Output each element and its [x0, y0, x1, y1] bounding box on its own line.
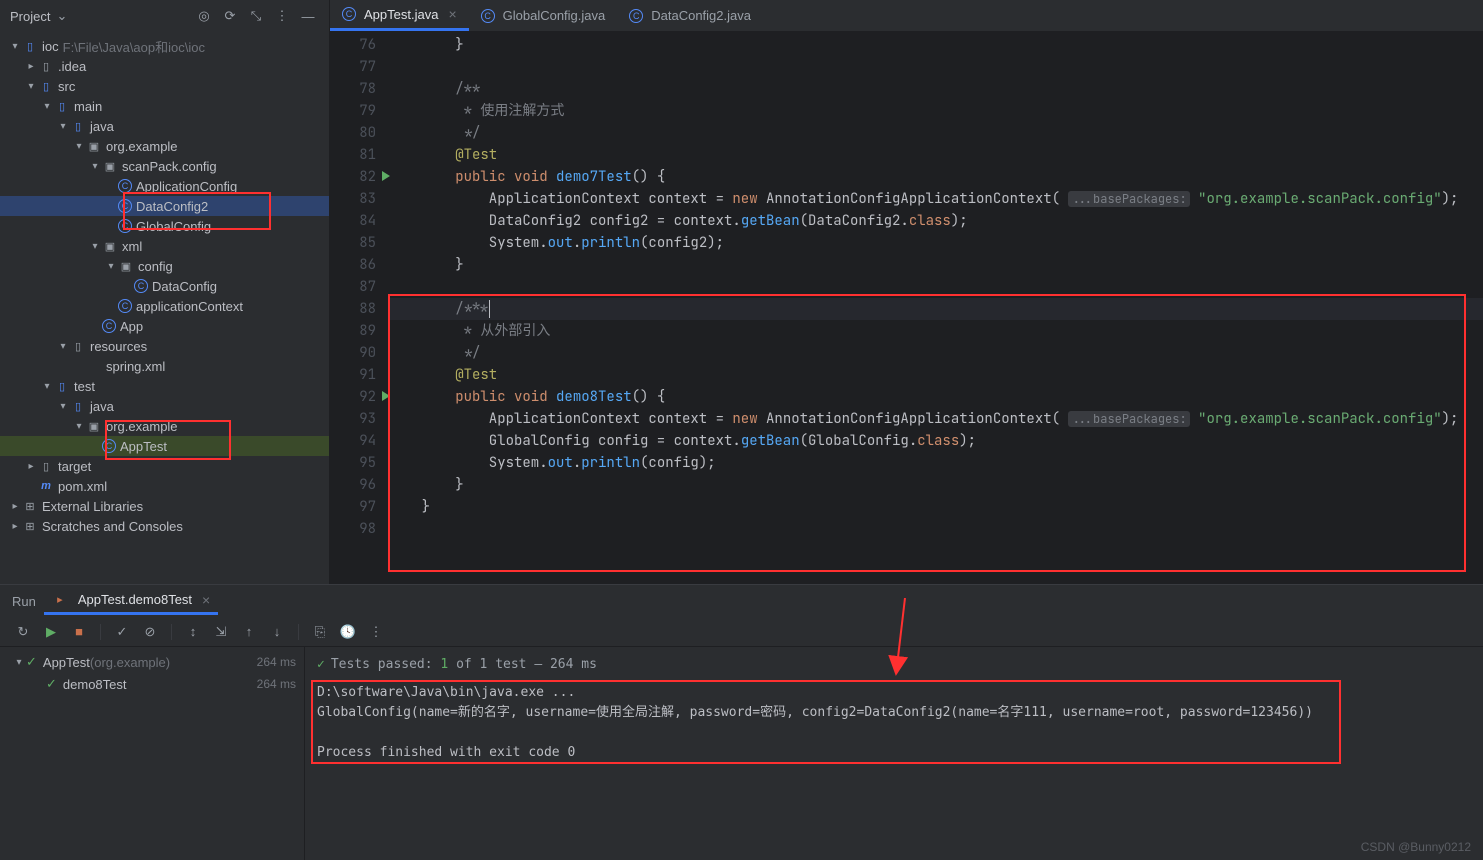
editor-area: CAppTest.java×CGlobalConfig.javaCDataCon…	[330, 0, 1483, 584]
collapse-icon[interactable]: ⤡	[245, 5, 267, 27]
class-icon: C	[342, 7, 356, 21]
tree-node[interactable]: ▸⊞External Libraries	[0, 496, 329, 516]
hide-icon[interactable]: —	[297, 5, 319, 27]
test-icon: ▸	[52, 592, 68, 608]
tree-node[interactable]: ▸⊞Scratches and Consoles	[0, 516, 329, 536]
tree-node[interactable]: ▾▯java	[0, 396, 329, 416]
export-icon[interactable]: ⎘	[309, 621, 331, 643]
project-title[interactable]: Project	[10, 9, 50, 24]
run-toolbar: ↻ ▶ ■ ✓ ⊘ ↕ ⇲ ↑ ↓ ⎘ 🕓 ⋮	[0, 617, 1483, 647]
tree-node[interactable]: ▾▣config	[0, 256, 329, 276]
tests-count: 1	[440, 657, 448, 672]
editor-tab[interactable]: CAppTest.java×	[330, 0, 469, 31]
next-icon[interactable]: ↓	[266, 621, 288, 643]
more-icon[interactable]: ⋮	[271, 5, 293, 27]
tree-node[interactable]: ▾▣xml	[0, 236, 329, 256]
watermark: CSDN @Bunny0212	[1361, 840, 1471, 854]
tree-node[interactable]: ▾▯java	[0, 116, 329, 136]
tree-node[interactable]: CDataConfig2	[0, 196, 329, 216]
refresh-icon[interactable]: ⟳	[219, 5, 241, 27]
test-row[interactable]: ✓demo8Test 264 ms	[0, 673, 304, 695]
test-tree[interactable]: ▾✓AppTest (org.example)264 ms ✓demo8Test…	[0, 647, 305, 860]
settings-icon[interactable]: ⋮	[365, 621, 387, 643]
close-icon[interactable]: ×	[202, 592, 210, 608]
expand-icon[interactable]: ↕	[182, 621, 204, 643]
run-label: Run	[12, 594, 36, 609]
console-line: GlobalConfig(name=新的名字, username=使用全局注解,…	[317, 703, 1471, 723]
tree-node[interactable]: ▾▯resources	[0, 336, 329, 356]
console-line	[317, 723, 1471, 743]
code-editor[interactable]: 7677787980818283848586878889909192939495…	[330, 32, 1483, 584]
console-line: D:\software\Java\bin\java.exe ...	[317, 683, 1471, 703]
class-icon: C	[481, 9, 495, 23]
tree-node[interactable]: ▾▣scanPack.config	[0, 156, 329, 176]
tree-node[interactable]: CGlobalConfig	[0, 216, 329, 236]
tree-node[interactable]: CApplicationConfig	[0, 176, 329, 196]
tests-suffix: of 1 test – 264 ms	[456, 657, 597, 672]
rerun-icon[interactable]: ↻	[12, 621, 34, 643]
tree-node[interactable]: CapplicationContext	[0, 296, 329, 316]
editor-tab[interactable]: CGlobalConfig.java	[469, 0, 618, 31]
run-tab[interactable]: ▸ AppTest.demo8Test ×	[44, 588, 218, 615]
run-panel: Run ▸ AppTest.demo8Test × ↻ ▶ ■ ✓ ⊘ ↕ ⇲ …	[0, 584, 1483, 860]
show-ignored-icon[interactable]: ⊘	[139, 621, 161, 643]
target-icon[interactable]: ◎	[193, 5, 215, 27]
tree-node[interactable]: CDataConfig	[0, 276, 329, 296]
editor-tabs: CAppTest.java×CGlobalConfig.javaCDataCon…	[330, 0, 1483, 32]
project-tree[interactable]: ▾▯iocF:\File\Java\aop和ioc\ioc▸▯.idea▾▯sr…	[0, 32, 329, 584]
tree-node[interactable]: ▾▯src	[0, 76, 329, 96]
chevron-down-icon: ⌄	[56, 8, 67, 24]
tree-node[interactable]: mpom.xml	[0, 476, 329, 496]
tree-node[interactable]: ▸▯.idea	[0, 56, 329, 76]
rerun-failed-icon[interactable]: ▶	[40, 621, 62, 643]
run-tab-label: AppTest.demo8Test	[78, 592, 192, 607]
console-line: Process finished with exit code 0	[317, 743, 1471, 763]
tree-node[interactable]: ▾▣org.example	[0, 136, 329, 156]
show-passed-icon[interactable]: ✓	[111, 621, 133, 643]
tree-node[interactable]: CApp	[0, 316, 329, 336]
tests-passed-label: Tests passed:	[331, 657, 433, 672]
tree-node[interactable]: ▾▯main	[0, 96, 329, 116]
history-icon[interactable]: 🕓	[337, 621, 359, 643]
collapse-all-icon[interactable]: ⇲	[210, 621, 232, 643]
class-icon: C	[629, 9, 643, 23]
prev-icon[interactable]: ↑	[238, 621, 260, 643]
project-sidebar: Project ⌄ ◎ ⟳ ⤡ ⋮ — ▾▯iocF:\File\Java\ao…	[0, 0, 330, 584]
tree-node[interactable]: ▾▯test	[0, 376, 329, 396]
close-icon[interactable]: ×	[448, 6, 456, 22]
tree-node[interactable]: spring.xml	[0, 356, 329, 376]
stop-icon[interactable]: ■	[68, 621, 90, 643]
console-output[interactable]: ✓Tests passed: 1 of 1 test – 264 ms D:\s…	[305, 647, 1483, 860]
tree-node[interactable]: CAppTest	[0, 436, 329, 456]
test-row[interactable]: ▾✓AppTest (org.example)264 ms	[0, 651, 304, 673]
editor-tab[interactable]: CDataConfig2.java	[617, 0, 763, 31]
tree-node[interactable]: ▸▯target	[0, 456, 329, 476]
tree-node[interactable]: ▾▣org.example	[0, 416, 329, 436]
tree-node[interactable]: ▾▯iocF:\File\Java\aop和ioc\ioc	[0, 36, 329, 56]
